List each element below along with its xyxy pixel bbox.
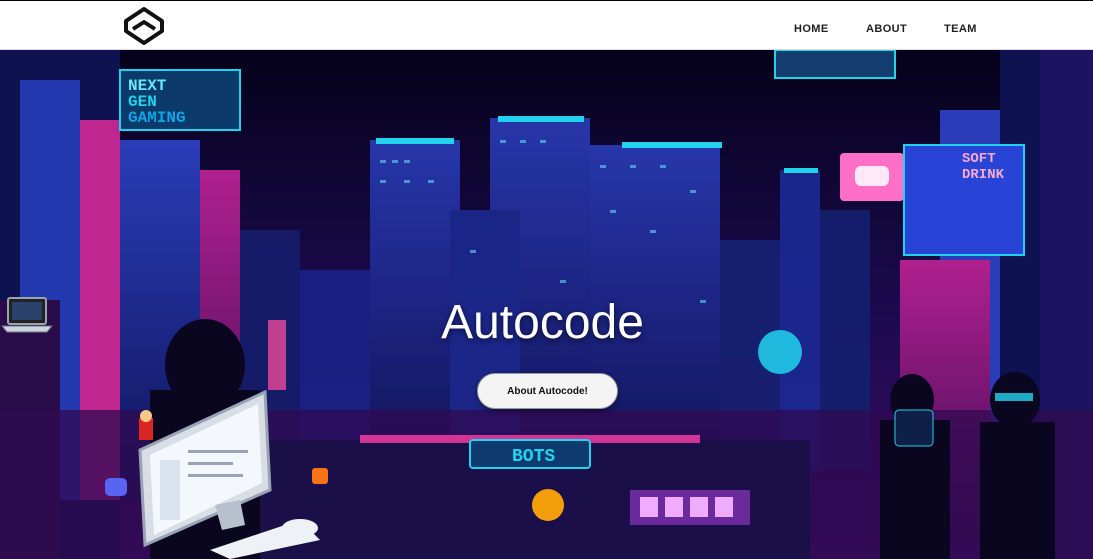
next-gen-sign-line3: GAMING [128, 109, 186, 127]
top-navbar: HOME ABOUT TEAM [0, 0, 1093, 50]
bots-sign: BOTS [512, 447, 555, 467]
nav-links: HOME ABOUT TEAM [0, 1, 1093, 51]
soft-drink-sign-line1: SOFT [962, 151, 996, 167]
about-autocode-button[interactable]: About Autocode! [477, 373, 618, 409]
soft-drink-sign-line2: DRINK [962, 167, 1005, 183]
nav-home-link[interactable]: HOME [794, 23, 829, 35]
hero-section: NEXT GEN GAMING SOFT DRINK BOTS Autocode… [0, 50, 1093, 559]
nav-team-link[interactable]: TEAM [944, 23, 977, 35]
nav-about-link[interactable]: ABOUT [866, 23, 907, 35]
hero-title: Autocode [0, 295, 1093, 350]
hero-title-text: Autocode [441, 296, 644, 349]
